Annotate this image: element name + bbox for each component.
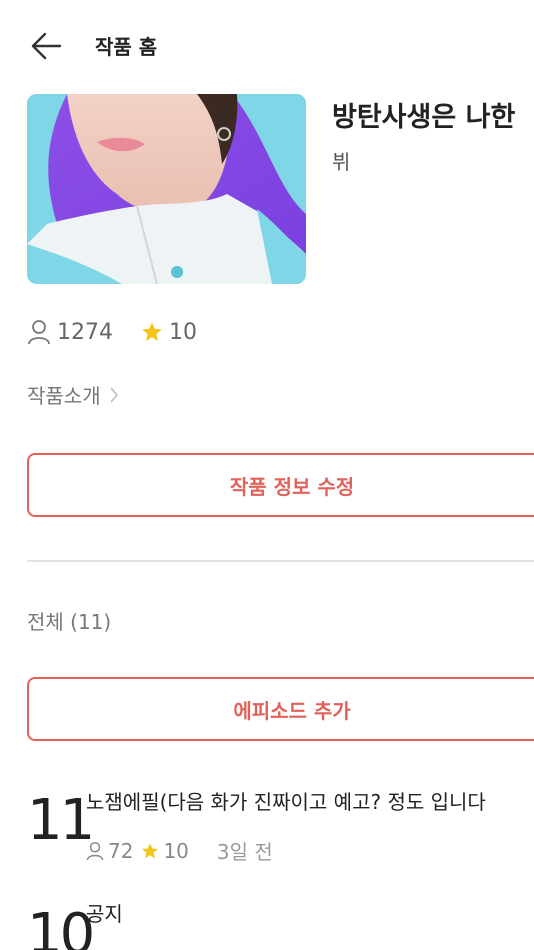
work-title: 방탄사생은 나한 — [332, 102, 516, 133]
episode-item[interactable]: 11 노잼에필(다음 화가 진짜이고 예고? 정도 입니다 72 10 3일 전 — [0, 780, 534, 870]
rating-stat: 10 — [141, 320, 197, 345]
episode-views: 72 — [86, 839, 133, 863]
episode-rating-value: 10 — [163, 838, 189, 863]
rating-value: 10 — [169, 319, 197, 345]
episode-title: 노잼에필(다음 화가 진짜이고 예고? 정도 입니다 — [86, 790, 486, 814]
arrow-left-icon — [31, 32, 62, 60]
views-count: 1274 — [57, 319, 113, 345]
edit-work-info-label: 작품 정보 수정 — [229, 474, 355, 499]
episode-meta: 72 10 3일 전 — [86, 836, 273, 865]
add-episode-button[interactable]: 에피소드 추가 — [27, 677, 534, 741]
episode-views-count: 72 — [108, 838, 134, 863]
user-icon — [86, 841, 104, 860]
divider — [27, 560, 534, 562]
back-button[interactable] — [28, 28, 64, 64]
add-episode-label: 에피소드 추가 — [233, 698, 351, 723]
star-icon — [142, 842, 159, 858]
episode-number: 10 — [27, 902, 95, 950]
views-stat: 1274 — [27, 319, 113, 345]
work-stats: 1274 10 — [27, 316, 197, 348]
work-intro-link[interactable]: 작품소개 — [27, 380, 119, 409]
edit-work-info-button[interactable]: 작품 정보 수정 — [27, 453, 534, 517]
header: 작품 홈 — [0, 0, 534, 92]
episode-number: 11 — [27, 788, 95, 853]
page-title: 작품 홈 — [95, 35, 158, 59]
chevron-right-icon — [110, 387, 118, 402]
author-name[interactable]: 뷔 — [332, 146, 350, 175]
episode-item[interactable]: 10 공지 — [0, 892, 534, 950]
work-home-screen: 작품 홈 방탄사생은 나한 뷔 1274 10 작품소개 작품 정보 수정 전체… — [0, 0, 534, 950]
intro-label: 작품소개 — [27, 384, 101, 408]
user-icon — [28, 320, 50, 345]
episode-date: 3일 전 — [216, 840, 273, 864]
episode-title: 공지 — [86, 902, 123, 926]
episode-count-title: 전체 (11) — [27, 610, 112, 634]
star-icon — [142, 322, 162, 341]
cover-image[interactable] — [27, 94, 306, 284]
episode-rating: 10 — [141, 838, 189, 863]
